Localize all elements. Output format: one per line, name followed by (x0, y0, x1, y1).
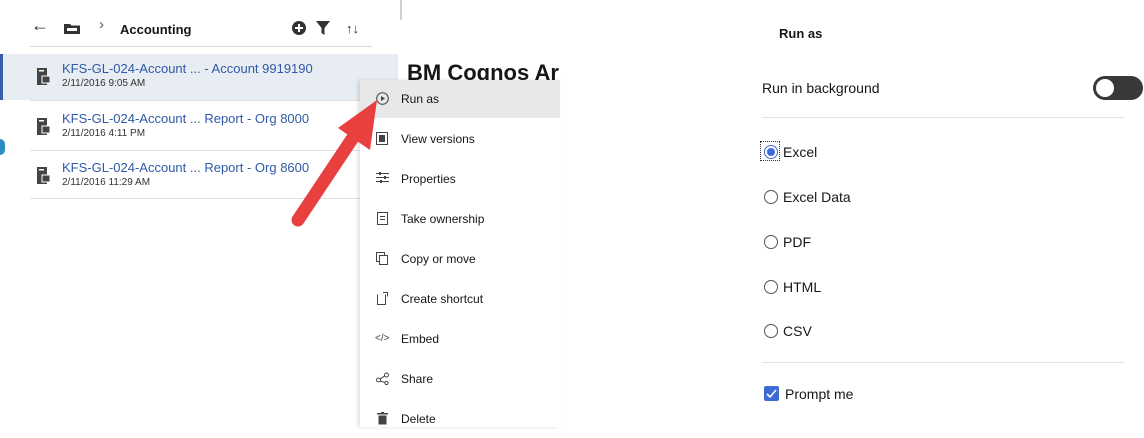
trash-icon (375, 412, 389, 426)
report-file-icon (37, 167, 51, 184)
format-label: HTML (783, 279, 822, 295)
run-in-background-label: Run in background (762, 80, 880, 96)
radio-button[interactable] (764, 280, 778, 294)
annotation-arrow (291, 100, 377, 227)
header-divider (30, 46, 372, 47)
section-divider (762, 117, 1124, 118)
format-label: Excel Data (783, 189, 851, 205)
menu-item-label: Delete (401, 412, 436, 426)
menu-item-label: Take ownership (401, 212, 485, 226)
menu-item-label: Share (401, 372, 434, 386)
menu-item-label: View versions (401, 132, 475, 146)
menu-item-run-as[interactable]: Run as (360, 80, 560, 118)
breadcrumb-chevron-icon: › (99, 16, 104, 33)
code-icon: </> (375, 333, 390, 344)
menu-item-label: Create shortcut (401, 292, 484, 306)
run-as-title: Run as (779, 26, 823, 41)
file-name[interactable]: KFS-GL-024-Account ... - Account 9919190 (62, 61, 313, 76)
add-icon[interactable] (292, 21, 306, 38)
breadcrumb-folder[interactable]: Accounting (120, 22, 192, 37)
menu-item-copy-or-move[interactable]: Copy or move (360, 240, 560, 278)
menu-item-properties[interactable]: Properties (360, 160, 560, 198)
shortcut-icon (375, 292, 389, 306)
file-date: 2/11/2016 11:29 AM (62, 177, 151, 188)
focus-ring (760, 141, 780, 161)
share-icon (375, 372, 389, 386)
panel-edge-handle[interactable] (0, 139, 5, 155)
report-file-icon (37, 118, 51, 135)
format-label: Excel (783, 144, 818, 160)
radio-button[interactable] (764, 190, 778, 204)
menu-item-embed[interactable]: </> Embed (360, 320, 560, 358)
radio-button[interactable] (764, 235, 778, 249)
radio-button[interactable] (764, 324, 778, 338)
filter-icon[interactable] (316, 21, 330, 38)
menu-item-label: Copy or move (401, 252, 476, 266)
menu-item-label: Embed (401, 332, 440, 346)
prompt-me-checkbox[interactable] (764, 386, 779, 401)
file-name[interactable]: KFS-GL-024-Account ... Report - Org 8600 (62, 160, 309, 175)
run-in-background-toggle[interactable] (1093, 76, 1143, 100)
menu-item-take-ownership[interactable]: Take ownership (360, 200, 560, 238)
menu-item-view-versions[interactable]: View versions (360, 120, 560, 158)
file-name[interactable]: KFS-GL-024-Account ... Report - Org 8000 (62, 111, 309, 126)
copy-icon (375, 252, 389, 266)
file-date: 2/11/2016 4:11 PM (62, 128, 146, 139)
menu-item-create-shortcut[interactable]: Create shortcut (360, 280, 560, 318)
toggle-knob (1096, 79, 1114, 97)
context-menu: Run as View versions Properties Take own… (360, 80, 560, 427)
menu-item-share[interactable]: Share (360, 360, 560, 398)
folder-icon (64, 20, 80, 37)
file-date: 2/11/2016 9:05 AM (62, 78, 146, 89)
menu-item-delete[interactable]: Delete (360, 400, 560, 438)
prompt-me-label: Prompt me (785, 386, 854, 402)
panel-divider (400, 0, 402, 20)
checkmark-icon (766, 389, 777, 399)
menu-item-label: Properties (401, 172, 456, 186)
report-file-icon (37, 68, 51, 85)
section-divider (762, 362, 1124, 363)
format-label: CSV (783, 323, 812, 339)
menu-item-label: Run as (401, 92, 440, 106)
back-arrow-icon[interactable]: ← (31, 16, 49, 34)
sort-icon[interactable]: ↑↓ (346, 22, 359, 35)
format-label: PDF (783, 234, 811, 250)
